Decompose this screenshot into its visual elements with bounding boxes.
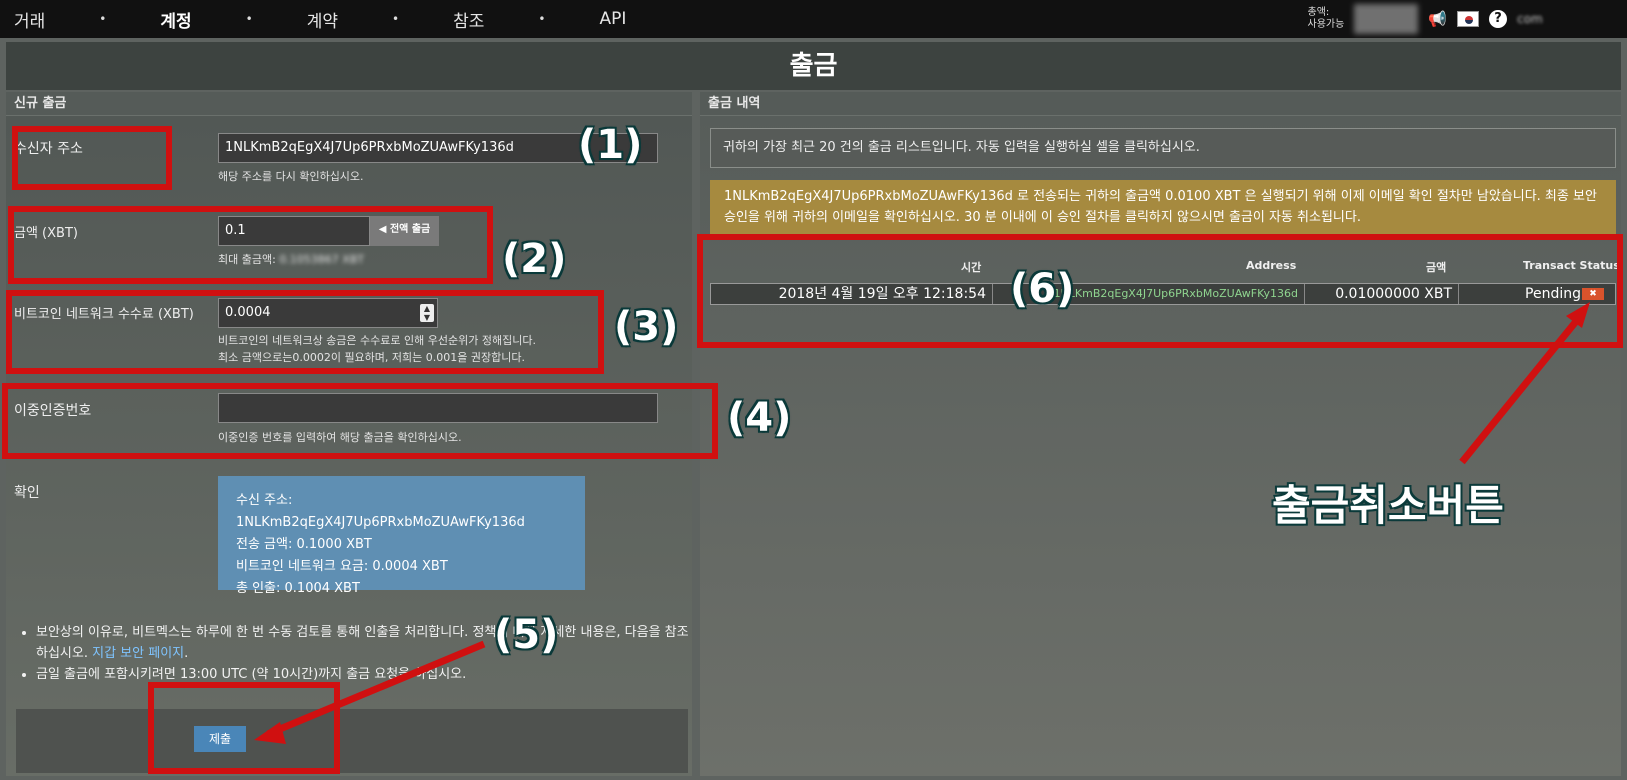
note-item: 보안상의 이유로, 비트멕스는 하루에 한 번 수동 검토를 통해 인출을 처리… [36,622,696,664]
submit-button[interactable]: 제출 [194,726,246,752]
annotation-number: (5) [494,612,559,658]
confirm-address-label: 수신 주소: [236,493,293,508]
annotation-number: (2) [502,236,567,282]
megaphone-icon[interactable]: 📢 [1428,10,1447,28]
col-status: Transact Status [1523,259,1620,272]
fee-input[interactable]: 0.0004 [218,298,438,328]
notes-list: 보안상의 이유로, 비트멕스는 하루에 한 번 수동 검토를 통해 인출을 처리… [16,622,696,685]
confirm-total: 총 인출: 0.1004 XBT [236,581,360,596]
col-address: Address [1246,259,1297,272]
nav-api[interactable]: API [585,9,640,29]
confirm-summary: 수신 주소: 1NLKmB2qEgX4J7Up6PRxbMoZUAwFKy136… [218,476,585,596]
fee-stepper[interactable]: ▲ ▼ [420,304,434,322]
page-title: 출금 [6,42,1621,90]
balance-value-blurred [1354,4,1419,34]
confirm-address: 수신 주소: 1NLKmB2qEgX4J7Up6PRxbMoZUAwFKy136… [236,490,567,534]
help-icon[interactable]: ? [1489,10,1507,28]
amount-label: 금액 (XBT) [14,226,78,241]
note-item: 금일 출금에 포함시키려면 13:00 UTC (약 10시간)까지 출금 요청… [36,664,696,685]
nav-right: 총액: 사용가능 📢 ? com [1308,0,1618,38]
max-withdrawal: 최대 출금액: 0.1053867 XBT [218,251,364,268]
amount-input[interactable]: 0.1 [218,216,370,246]
submit-area [16,709,688,773]
nav-reference[interactable]: 참조 [439,7,498,32]
fee-help-2: 최소 금액으로는0.0002이 필요하며, 저희는 0.001을 권장합니다. [218,351,525,364]
fee-label: 비트코인 네트워크 수수료 (XBT) [14,307,194,322]
max-label: 최대 출금액: [218,253,276,266]
col-amount: 금액 [1426,261,1447,274]
row-time[interactable]: 2018년 4월 19일 오후 12:18:54 [711,284,993,304]
balance-available-label: 사용가능 [1307,19,1345,30]
confirm-address-value: 1NLKmB2qEgX4J7Up6PRxbMoZUAwFKy136d [236,515,525,530]
nav-separator: • [392,12,400,26]
top-nav: 거래 • 계정 • 계약 • 참조 • API 총액: 사용가능 📢 ? com [0,0,1627,38]
nav-account[interactable]: 계정 [146,7,205,32]
withdraw-all-label: 전액 출금 [389,224,431,235]
cancel-withdrawal-button[interactable]: ✖ [1582,288,1604,300]
wallet-security-link[interactable]: 지갑 보안 페이지 [92,646,184,661]
nav-separator: • [538,12,546,26]
annotation-number: (1) [578,122,643,168]
balance-summary[interactable]: 총액: 사용가능 [1308,7,1345,31]
otp-input[interactable] [218,393,658,423]
history-info: 귀하의 가장 최근 20 건의 출금 리스트입니다. 자동 입력을 실행하실 셀… [710,128,1616,168]
korean-flag-icon[interactable] [1457,11,1479,27]
col-time: 시간 [961,261,982,274]
address-label: 수신자 주소 [14,141,83,157]
confirm-fee: 비트코인 네트워크 요금: 0.0004 XBT [236,559,448,574]
otp-label: 이중인증번호 [14,403,92,419]
otp-help: 이중인증 번호를 입력하여 해당 출금을 확인하십시오. [218,431,462,444]
balance-total-label: 총액: [1307,7,1330,18]
confirm-amount: 전송 금액: 0.1000 XBT [236,537,372,552]
fee-help-1: 비트코인의 네트워크상 송금은 수수료로 인해 우선순위가 정해집니다. [218,334,536,347]
annotation-number: (6) [1010,266,1075,312]
cancel-button-annotation: 출금취소버튼 [1272,481,1504,530]
new-withdrawal-header: 신규 출금 [6,92,692,116]
confirm-label: 확인 [14,485,40,501]
email-confirm-warning: 1NLKmB2qEgX4J7Up6PRxbMoZUAwFKy136d 로 전송되… [710,180,1616,234]
nav-contracts[interactable]: 계약 [293,7,352,32]
row-amount[interactable]: 0.01000000 XBT [1305,284,1459,304]
annotation-number: (4) [727,395,792,441]
withdrawal-history-header: 출금 내역 [700,92,1621,116]
arrow-left-icon: ◀ [378,224,390,235]
account-name[interactable]: com [1517,12,1617,26]
nav-trade[interactable]: 거래 [0,7,59,32]
address-help: 해당 주소를 다시 확인하십시오. [218,170,364,183]
table-row[interactable]: 2018년 4월 19일 오후 12:18:54 1NLKmB2qEgX4J7U… [710,283,1616,305]
annotation-number: (3) [614,304,679,350]
withdraw-all-button[interactable]: ◀ 전액 출금 [370,216,439,246]
max-value: 0.1053867 XBT [279,253,365,266]
nav-separator: • [245,12,253,26]
row-status: Pending [1525,286,1581,302]
nav-separator: • [99,12,107,26]
